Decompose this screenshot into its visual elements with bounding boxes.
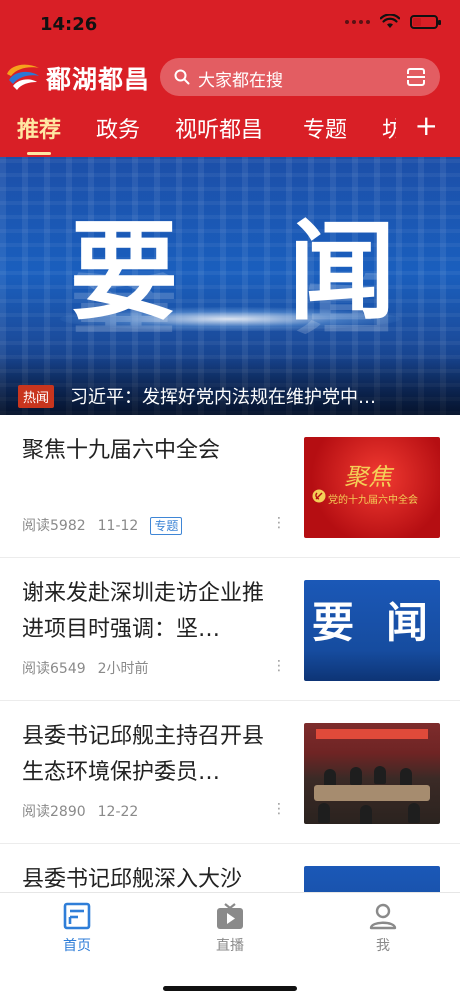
publish-time: 12-22 <box>97 804 139 820</box>
nav-home[interactable]: 首页 <box>37 901 117 955</box>
meeting-banner <box>316 729 428 739</box>
more-options-icon[interactable]: ⋮ <box>272 515 286 531</box>
publish-time: 2小时前 <box>97 661 149 677</box>
tab-overflow: 坊 <box>382 112 396 148</box>
add-channel-button[interactable]: + <box>415 109 438 142</box>
news-meta: 阅读5982 11-12 专题 <box>22 515 194 535</box>
wifi-icon <box>380 14 400 28</box>
tv-icon <box>217 903 243 929</box>
nav-home-label: 首页 <box>63 938 91 954</box>
home-icon <box>63 902 91 930</box>
read-count: 阅读5982 <box>22 518 86 534</box>
nav-live[interactable]: 直播 <box>190 901 270 955</box>
nav-profile[interactable]: 我 <box>343 901 423 955</box>
news-item[interactable]: 谢来发赴深圳走访企业推进项目时强调：坚… 阅读6549 2小时前 ⋮ 要 闻 <box>0 558 460 701</box>
read-count: 阅读2890 <box>22 804 86 820</box>
topic-badge: 专题 <box>150 517 183 535</box>
meeting-attendee <box>350 767 362 785</box>
banner-caption: 习近平：发挥好党内法规在维护党中… <box>70 387 376 408</box>
home-indicator <box>163 986 297 991</box>
banner-reflection-left: 要 <box>70 263 179 339</box>
news-thumbnail-meeting-photo <box>304 723 440 824</box>
tab-government[interactable]: 政务 <box>96 112 140 144</box>
nav-live-label: 直播 <box>216 938 244 954</box>
meeting-attendee <box>318 803 330 823</box>
status-icons <box>345 14 441 29</box>
news-thumbnail: 要 闻 <box>304 580 440 681</box>
status-bar: 14:26 <box>0 0 460 48</box>
meeting-table <box>314 785 430 801</box>
active-tab-indicator <box>27 152 51 155</box>
bottom-tab-bar: 首页 直播 我 <box>0 892 460 996</box>
signal-icon <box>345 19 370 24</box>
user-icon <box>369 903 397 930</box>
more-options-icon[interactable]: ⋮ <box>272 801 286 817</box>
tab-video-duchang[interactable]: 视听都昌 <box>175 112 263 144</box>
more-options-icon[interactable]: ⋮ <box>272 658 286 674</box>
thumbnail-word-left: 要 <box>312 598 355 647</box>
nav-profile-label: 我 <box>376 938 390 954</box>
news-meta: 阅读6549 2小时前 <box>22 658 161 678</box>
meeting-attendee <box>360 805 372 824</box>
battery-icon <box>410 14 441 29</box>
meeting-attendee <box>400 768 412 786</box>
scan-icon[interactable] <box>406 67 426 87</box>
hot-news-tag: 热闻 <box>18 385 55 408</box>
thumbnail-subtitle: 党的十九届六中全会 <box>328 495 418 506</box>
app-header: 14:26 鄱湖都昌 大家都在搜 推荐 政务 视听都昌 专题 坊 + <box>0 0 460 157</box>
news-thumbnail: 聚焦 党的十九届六中全会 <box>304 437 440 538</box>
brand-name: 鄱湖都昌 <box>46 65 151 94</box>
news-title: 县委书记邱舰主持召开县生态环境保护委员… <box>22 724 265 785</box>
news-meta: 阅读2890 12-22 <box>22 801 150 821</box>
thumbnail-word-right: 闻 <box>386 598 429 647</box>
search-bar[interactable]: 大家都在搜 <box>160 58 440 96</box>
news-title: 谢来发赴深圳走访企业推进项目时强调：坚… <box>22 581 265 642</box>
news-title: 聚焦十九届六中全会 <box>22 438 221 463</box>
channel-tabs: 推荐 政务 视听都昌 专题 坊 + <box>0 109 460 157</box>
tab-partial[interactable]: 坊 <box>382 112 396 144</box>
tab-topics[interactable]: 专题 <box>303 112 347 144</box>
banner-reflection-right: 闻 <box>288 263 397 339</box>
news-item[interactable]: 聚焦十九届六中全会 阅读5982 11-12 专题 ⋮ 聚焦 党的十九届六中全会 <box>0 415 460 558</box>
search-icon <box>174 69 190 85</box>
thumbnail-calligraphy: 聚焦 <box>344 463 392 491</box>
news-item[interactable]: 县委书记邱舰主持召开县生态环境保护委员… 阅读2890 12-22 ⋮ <box>0 701 460 844</box>
app-logo-icon <box>7 64 39 90</box>
publish-time: 11-12 <box>97 518 139 534</box>
meeting-attendee <box>408 803 420 823</box>
party-emblem-icon <box>312 489 326 503</box>
search-placeholder: 大家都在搜 <box>198 71 283 91</box>
brand-row: 鄱湖都昌 大家都在搜 <box>0 56 460 98</box>
headline-banner[interactable]: 要 闻 要 闻 热闻 习近平：发挥好党内法规在维护党中… <box>0 157 460 415</box>
read-count: 阅读6549 <box>22 661 86 677</box>
status-time: 14:26 <box>40 14 98 35</box>
meeting-attendee <box>374 766 386 784</box>
tab-recommend[interactable]: 推荐 <box>17 112 61 144</box>
